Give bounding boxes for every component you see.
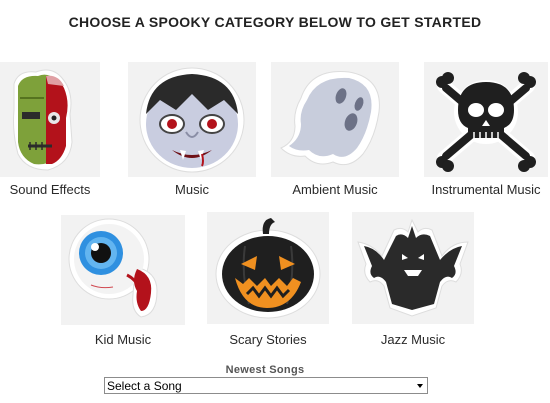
category-label: Scary Stories <box>229 332 307 347</box>
song-select[interactable]: Select a Song <box>104 377 428 394</box>
category-label: Kid Music <box>94 332 152 347</box>
tile <box>0 62 100 177</box>
vampire-icon <box>139 67 245 173</box>
category-sound-effects[interactable]: Sound Effects <box>0 62 100 202</box>
skull-crossbones-icon <box>436 72 536 172</box>
tile <box>352 212 474 324</box>
zombie-icon <box>13 69 73 171</box>
tile <box>207 212 329 324</box>
category-instrumental-music[interactable]: Instrumental Music <box>424 62 548 202</box>
category-label: Jazz Music <box>380 332 446 347</box>
category-ambient-music[interactable]: Ambient Music <box>271 62 399 202</box>
category-jazz-music[interactable]: Jazz Music <box>352 212 474 352</box>
category-scary-stories[interactable]: Scary Stories <box>207 212 329 352</box>
category-label: Music <box>175 182 209 197</box>
song-select-dropdown[interactable]: Select a Song <box>105 378 427 393</box>
category-music[interactable]: Music <box>128 62 256 202</box>
tile <box>424 62 548 177</box>
category-kid-music[interactable]: Kid Music <box>61 215 185 355</box>
category-label: Ambient Music <box>292 182 378 197</box>
page-heading: CHOOSE A SPOOKY CATEGORY BELOW TO GET ST… <box>68 14 482 30</box>
chevron-down-icon[interactable] <box>417 384 423 388</box>
category-label: Sound Effects <box>9 182 91 197</box>
eyeball-icon <box>68 218 158 318</box>
newest-songs-title: Newest Songs <box>225 364 305 376</box>
tile <box>61 215 185 325</box>
tile <box>271 62 399 177</box>
jack-o-lantern-icon <box>215 218 321 319</box>
ghost-icon <box>280 71 380 166</box>
category-label: Instrumental Music <box>431 182 541 197</box>
demon-bat-icon <box>357 218 469 317</box>
tile <box>128 62 256 177</box>
